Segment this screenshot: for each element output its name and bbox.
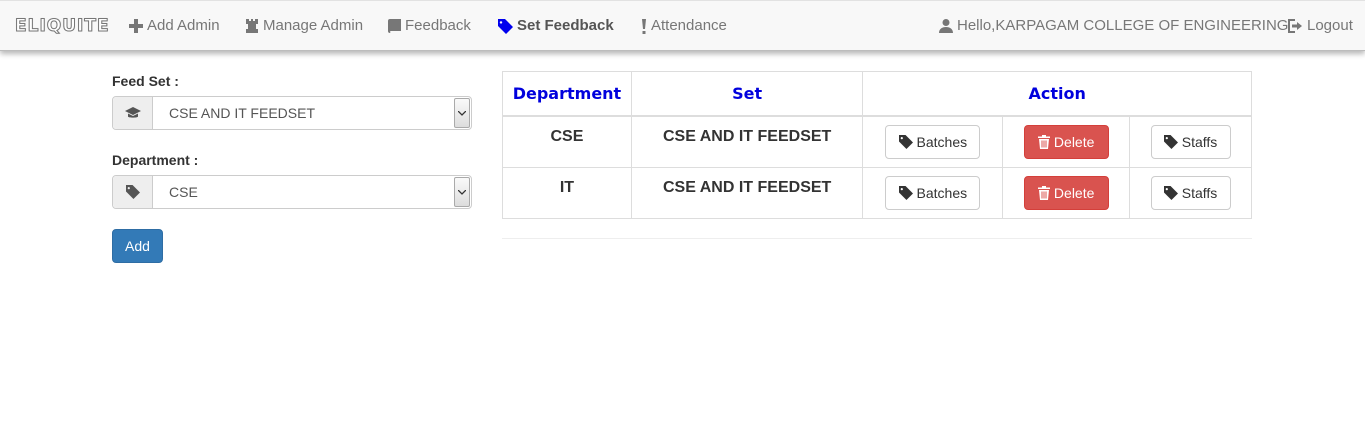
staffs-label: Staffs [1181,134,1218,150]
staffs-button[interactable]: Staffs [1150,176,1231,210]
delete-label: Delete [1053,134,1095,150]
nav-add-admin-label: Add Admin [147,17,220,34]
cell-delete: Delete [1002,167,1131,219]
set-text: CSE AND IT FEEDSET [663,179,832,196]
tower-icon [246,19,258,33]
trash-icon [1037,135,1050,149]
cell-set: CSE AND IT FEEDSET [630,167,864,219]
cell-staffs: Staffs [1129,115,1252,168]
tag-icon [898,186,913,200]
nav-feedback[interactable]: Feedback [388,1,471,51]
department-select[interactable]: CSE [112,175,472,209]
batches-button[interactable]: Batches [885,125,981,159]
department-text: IT [559,179,575,196]
exclamation-icon [642,18,646,34]
cell-staffs: Staffs [1129,167,1252,219]
batches-label: Batches [916,185,968,201]
department-text: CSE [550,128,584,145]
cell-set: CSE AND IT FEEDSET [630,115,864,168]
feedset-dropdown-button[interactable] [454,98,470,128]
nav-feedback-label: Feedback [405,17,471,34]
header-set: Set [630,71,864,117]
department-value: CSE [169,184,198,200]
feedset-select[interactable]: CSE AND IT FEEDSET [112,96,472,130]
feedset-value: CSE AND IT FEEDSET [169,105,315,121]
logout-label: Logout [1307,17,1353,34]
header-department: Department [502,71,632,117]
batches-label: Batches [916,134,968,150]
user-greeting[interactable]: Hello,KARPAGAM COLLEGE OF ENGINEERING [939,1,1288,51]
tag-icon [1163,186,1178,200]
feedset-label: Feed Set : [112,73,179,89]
nav-set-feedback[interactable]: Set Feedback [498,1,614,51]
delete-button[interactable]: Delete [1023,125,1109,159]
batches-button[interactable]: Batches [885,176,981,210]
tag-icon [498,18,513,34]
book-icon [388,19,401,33]
graduation-cap-icon [124,107,141,118]
table-header-row: Department Set Action [502,71,1252,117]
table-row: IT CSE AND IT FEEDSET Batches Delete Sta… [502,167,1252,219]
trash-icon [1037,186,1050,200]
add-button[interactable]: Add [112,229,163,263]
brand-logo[interactable]: ELIQUITE [15,16,110,37]
tag-icon [125,185,140,199]
header-action: Action [862,71,1252,117]
delete-button[interactable]: Delete [1023,176,1109,210]
tag-icon [898,135,913,149]
plus-icon [129,19,143,33]
staffs-label: Staffs [1181,185,1218,201]
cell-delete: Delete [1002,115,1131,168]
nav-attendance-label: Attendance [651,17,727,34]
top-navbar: ELIQUITE Add Admin Manage Admin Feedback… [0,0,1365,51]
department-addon [113,176,153,208]
set-text: CSE AND IT FEEDSET [663,128,832,145]
chevron-down-icon [458,189,466,195]
nav-manage-admin[interactable]: Manage Admin [245,1,363,51]
cell-department: CSE [502,115,632,168]
cell-batches: Batches [862,115,1004,168]
table-row: CSE CSE AND IT FEEDSET Batches Delete St… [502,115,1252,168]
nav-add-admin[interactable]: Add Admin [129,1,220,51]
feedset-addon [113,97,153,129]
feedset-table: Department Set Action CSE CSE AND IT FEE… [502,71,1252,219]
content-divider [502,238,1252,239]
user-greeting-label: Hello,KARPAGAM COLLEGE OF ENGINEERING [957,17,1289,34]
cell-department: IT [502,167,632,219]
logout-link[interactable]: Logout [1288,1,1353,51]
staffs-button[interactable]: Staffs [1150,125,1231,159]
logout-icon [1288,19,1302,33]
delete-label: Delete [1053,185,1095,201]
nav-attendance[interactable]: Attendance [641,1,727,51]
department-dropdown-button[interactable] [454,177,470,207]
tag-icon [1163,135,1178,149]
cell-batches: Batches [862,167,1004,219]
chevron-down-icon [458,110,466,116]
department-label: Department : [112,152,199,168]
nav-set-feedback-label: Set Feedback [517,17,614,34]
nav-manage-admin-label: Manage Admin [263,17,364,34]
user-icon [939,19,953,33]
